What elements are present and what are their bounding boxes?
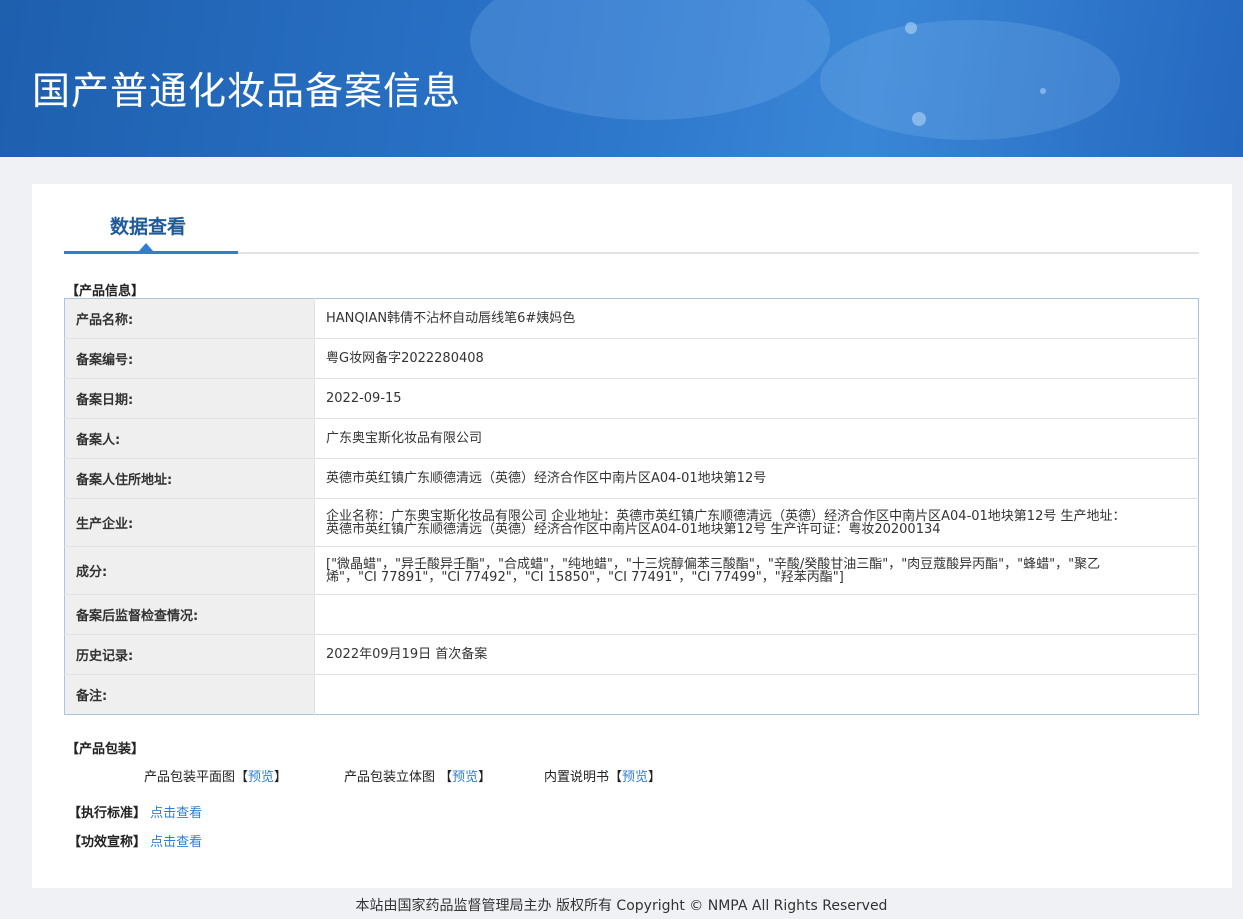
preview-link[interactable]: 预览 <box>248 770 274 785</box>
footer-copyright: 本站由国家药品监督管理局主办 版权所有 Copyright © NMPA All… <box>355 898 888 914</box>
content-card: 数据查看 【产品信息】 产品名称: HANQIAN韩倩不沾杯自动唇线笔6#姨妈色… <box>32 184 1232 888</box>
row-label: 备案编号: <box>64 338 315 379</box>
row-label: 备案人: <box>64 418 315 459</box>
section-title-standard: 【执行标准】 <box>68 806 147 821</box>
tab-active-indicator <box>64 251 238 254</box>
row-label: 备案后监督检查情况: <box>64 594 315 635</box>
row-label: 成分: <box>64 546 315 595</box>
standard-row: 【执行标准】 点击查看 <box>68 802 202 821</box>
section-title-product-info: 【产品信息】 <box>66 284 145 299</box>
tab-data-view[interactable]: 数据查看 <box>110 212 186 239</box>
table-row: 生产企业: 企业名称：广东奥宝斯化妆品有限公司 企业地址：英德市英红镇广东顺德清… <box>64 498 1199 547</box>
section-title-efficacy: 【功效宣称】 <box>68 835 147 850</box>
standard-view-link[interactable]: 点击查看 <box>150 806 202 821</box>
banner-decoration <box>470 0 830 120</box>
banner-decoration <box>1040 88 1046 94</box>
packaging-item-3d: 产品包装立体图 【预览】 <box>344 770 492 785</box>
row-value <box>314 674 1199 715</box>
product-info-table: 产品名称: HANQIAN韩倩不沾杯自动唇线笔6#姨妈色 备案编号: 粤G妆网备… <box>64 298 1199 715</box>
efficacy-view-link[interactable]: 点击查看 <box>150 835 202 850</box>
table-row: 备案日期: 2022-09-15 <box>64 378 1199 419</box>
row-label: 生产企业: <box>64 498 315 547</box>
row-value: 广东奥宝斯化妆品有限公司 <box>314 418 1199 459</box>
table-row: 产品名称: HANQIAN韩倩不沾杯自动唇线笔6#姨妈色 <box>64 298 1199 339</box>
row-label: 备注: <box>64 674 315 715</box>
preview-link[interactable]: 预览 <box>622 770 648 785</box>
row-label: 历史记录: <box>64 634 315 675</box>
packaging-item-label: 产品包装立体图 <box>344 770 440 785</box>
banner-decoration <box>820 20 1120 140</box>
table-row: 备案人住所地址: 英德市英红镇广东顺德清远（英德）经济合作区中南片区A04-01… <box>64 458 1199 499</box>
row-value: HANQIAN韩倩不沾杯自动唇线笔6#姨妈色 <box>326 311 576 326</box>
preview-link[interactable]: 预览 <box>452 770 478 785</box>
table-row: 备案后监督检查情况: <box>64 594 1199 635</box>
row-value <box>314 594 1199 635</box>
banner-decoration <box>905 22 917 34</box>
page-title: 国产普通化妆品备案信息 <box>32 69 462 113</box>
section-title-packaging: 【产品包装】 <box>66 742 145 757</box>
packaging-item-label: 产品包装平面图 <box>144 770 236 785</box>
row-value: 2022年09月19日 首次备案 <box>314 634 1199 675</box>
row-label: 备案人住所地址: <box>64 458 315 499</box>
efficacy-row: 【功效宣称】 点击查看 <box>68 831 202 850</box>
header-banner: 国产普通化妆品备案信息 <box>0 0 1243 157</box>
table-row: 备注: <box>64 674 1199 715</box>
table-row: 成分: ["微晶蜡"，"异壬酸异壬酯"，"合成蜡"，"纯地蜡"，"十三烷醇偏苯三… <box>64 546 1199 595</box>
row-value: 粤G妆网备字2022280408 <box>314 338 1199 379</box>
table-row: 备案编号: 粤G妆网备字2022280408 <box>64 338 1199 379</box>
banner-decoration <box>912 112 926 126</box>
row-value: ["微晶蜡"，"异壬酸异壬酯"，"合成蜡"，"纯地蜡"，"十三烷醇偏苯三酸酯"，… <box>314 546 1199 595</box>
table-row: 历史记录: 2022年09月19日 首次备案 <box>64 634 1199 675</box>
packaging-item-label: 内置说明书 <box>544 770 610 785</box>
row-label: 产品名称: <box>64 298 315 339</box>
row-value: 企业名称：广东奥宝斯化妆品有限公司 企业地址：英德市英红镇广东顺德清远（英德）经… <box>314 498 1199 547</box>
row-value: 英德市英红镇广东顺德清远（英德）经济合作区中南片区A04-01地块第12号 <box>314 458 1199 499</box>
row-value: 2022-09-15 <box>314 378 1199 419</box>
table-row: 备案人: 广东奥宝斯化妆品有限公司 <box>64 418 1199 459</box>
packaging-item-manual: 内置说明书【预览】 <box>544 770 662 785</box>
tab-caret-icon <box>139 243 153 251</box>
packaging-item-flat: 产品包装平面图【预览】 <box>144 770 288 785</box>
row-label: 备案日期: <box>64 378 315 419</box>
